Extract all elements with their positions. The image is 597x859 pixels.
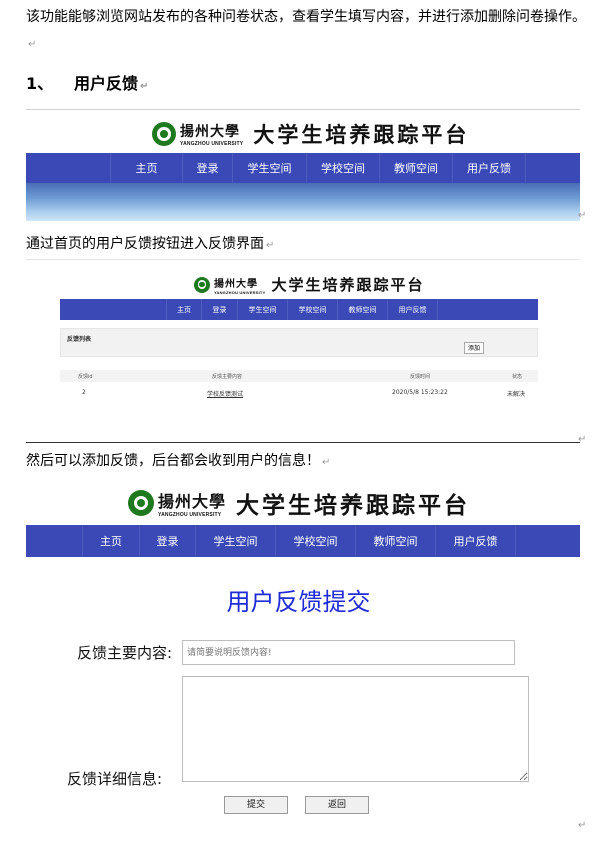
university-name-cn: 揚州大學	[158, 492, 227, 511]
table-header: 反馈id 反馈主要内容 反馈时间 状态	[60, 370, 538, 382]
intro-text: 该功能能够浏览网站发布的各种问卷状态，查看学生填写内容，并进行添加删除问卷操作。	[26, 9, 586, 25]
nav-bar: 主页 登录 学生空间 学校空间 教师空间 用户反馈	[60, 299, 538, 320]
logo: 揚州大學 YANGZHOU UNIVERSITY 大学生培养跟踪平台	[194, 274, 424, 295]
heading-number: 1、	[26, 74, 54, 93]
add-feedback-button[interactable]: 添加	[464, 342, 484, 354]
university-seal-icon	[128, 490, 154, 516]
heading-text: 用户反馈	[74, 74, 139, 93]
banner-screenshot-2: 揚州大學 YANGZHOU UNIVERSITY 大学生培养跟踪平台 主页 登录…	[60, 262, 538, 322]
caption-1-text: 通过首页的用户反馈按钮进入反馈界面	[26, 236, 264, 252]
university-name-cn: 揚州大學	[214, 278, 258, 290]
nav-bar: 主页 登录 学生空间 学校空间 教师空间 用户反馈	[26, 153, 580, 183]
nav-student[interactable]: 学生空间	[196, 525, 276, 557]
nav-feedback[interactable]: 用户反馈	[453, 153, 526, 183]
nav-feedback[interactable]: 用户反馈	[388, 299, 438, 320]
form-title: 用户反馈提交	[226, 588, 371, 616]
university-name: 揚州大學 YANGZHOU UNIVERSITY	[214, 275, 265, 295]
nav-school[interactable]: 学校空间	[307, 153, 380, 183]
panel-title: 反馈列表	[67, 336, 92, 343]
cell-id: 2	[82, 389, 86, 396]
university-name-en: YANGZHOU UNIVERSITY	[214, 289, 266, 295]
paragraph-mark: ↵	[578, 210, 587, 221]
divider-line	[26, 109, 580, 110]
nav-student[interactable]: 学生空间	[238, 299, 288, 320]
column-header: 反馈id	[78, 374, 93, 380]
detail-label: 反馈详细信息:	[67, 770, 163, 788]
nav-school[interactable]: 学校空间	[276, 525, 356, 557]
university-name-cn: 揚州大學	[180, 124, 240, 140]
nav-bar: 主页 登录 学生空间 学校空间 教师空间 用户反馈	[26, 525, 580, 557]
paragraph-mark: ↵	[322, 457, 331, 468]
cell-time: 2020/5/8 15:23:22	[392, 389, 448, 396]
caption-2-text: 然后可以添加反馈，后台都会收到用户的信息！	[26, 453, 320, 469]
nav-feedback[interactable]: 用户反馈	[436, 525, 516, 557]
intro-paragraph: 该功能能够浏览网站发布的各种问卷状态，查看学生填写内容，并进行添加删除问卷操作。…	[26, 4, 586, 58]
university-seal-icon	[194, 276, 210, 293]
paragraph-mark: ↵	[578, 820, 587, 831]
logo: 揚州大學 YANGZHOU UNIVERSITY 大学生培养跟踪平台	[128, 486, 470, 520]
nav-school[interactable]: 学校空间	[288, 299, 338, 320]
nav-home[interactable]: 主页	[110, 153, 183, 183]
caption-1: 通过首页的用户反馈按钮进入反馈界面 ↵	[26, 231, 586, 259]
nav-login[interactable]: 登录	[140, 525, 196, 557]
platform-title: 大学生培养跟踪平台	[253, 122, 470, 147]
paragraph-mark: ↵	[140, 81, 149, 92]
nav-login[interactable]: 登录	[202, 299, 238, 320]
submit-button[interactable]: 提交	[224, 796, 288, 814]
divider-line	[26, 442, 580, 443]
university-name-en: YANGZHOU UNIVERSITY	[158, 512, 222, 518]
university-name-en: YANGZHOU UNIVERSITY	[180, 141, 244, 147]
main-content-input[interactable]	[182, 640, 515, 665]
platform-title: 大学生培养跟踪平台	[236, 492, 471, 519]
nav-home[interactable]: 主页	[166, 299, 202, 320]
divider-line	[26, 259, 580, 260]
paragraph-mark: ↵	[266, 240, 275, 251]
paragraph-mark: ↵	[28, 39, 37, 50]
nav-teacher[interactable]: 教师空间	[380, 153, 453, 183]
banner-screenshot-1: 揚州大學 YANGZHOU UNIVERSITY 大学生培养跟踪平台 主页 登录…	[26, 113, 580, 221]
university-name: 揚州大學 YANGZHOU UNIVERSITY	[158, 488, 226, 518]
cell-status: 未解决	[507, 391, 526, 398]
column-header: 状态	[512, 374, 523, 380]
nav-teacher[interactable]: 教师空间	[356, 525, 436, 557]
paragraph-mark: ↵	[578, 434, 587, 445]
back-button[interactable]: 返回	[305, 796, 369, 814]
nav-teacher[interactable]: 教师空间	[338, 299, 388, 320]
column-header: 反馈时间	[410, 374, 431, 380]
banner-screenshot-3: 揚州大學 YANGZHOU UNIVERSITY 大学生培养跟踪平台 主页 登录…	[26, 482, 580, 558]
cell-content-link[interactable]: 学校反馈测试	[207, 389, 243, 398]
nav-login[interactable]: 登录	[183, 153, 233, 183]
nav-student[interactable]: 学生空间	[233, 153, 307, 183]
column-header: 反馈主要内容	[212, 374, 243, 380]
university-name: 揚州大學 YANGZHOU UNIVERSITY	[180, 121, 243, 147]
university-seal-icon	[152, 122, 176, 146]
banner-background	[26, 183, 580, 221]
table-row: 2 学校反馈测试 2020/5/8 15:23:22 未解决	[60, 386, 538, 400]
platform-title: 大学生培养跟踪平台	[271, 276, 425, 294]
logo: 揚州大學 YANGZHOU UNIVERSITY 大学生培养跟踪平台	[152, 119, 469, 149]
main-content-label: 反馈主要内容:	[77, 644, 173, 662]
caption-2: 然后可以添加反馈，后台都会收到用户的信息！ ↵	[26, 448, 586, 476]
detail-textarea[interactable]	[182, 676, 529, 782]
nav-home[interactable]: 主页	[82, 525, 140, 557]
section-heading: 1、 用户反馈 ↵	[26, 72, 148, 99]
